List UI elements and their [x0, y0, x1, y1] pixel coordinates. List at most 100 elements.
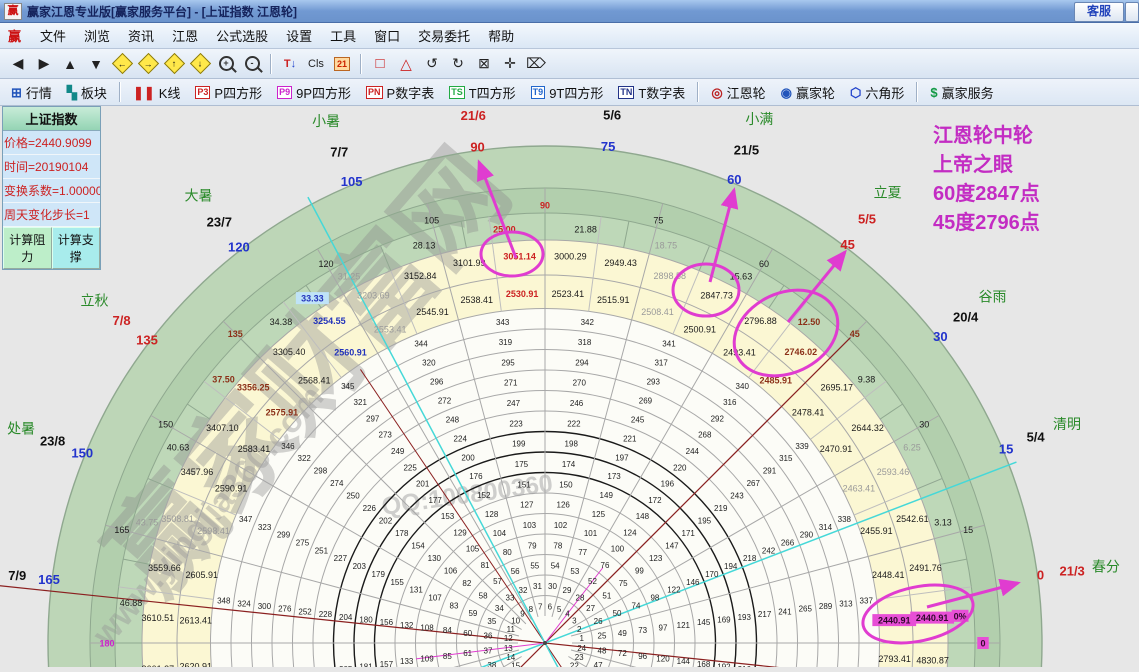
ribbon-item-P四方形[interactable]: P3P四方形 [188, 81, 269, 104]
ribbon-item-行情[interactable]: ⊞行情 [4, 81, 59, 104]
ring-label: 2613.41 [179, 616, 212, 626]
spiral-number: 275 [296, 539, 310, 548]
rim-solar-term-label: 春分 [1092, 559, 1120, 575]
ribbon-item-P数字表[interactable]: PNP数字表 [359, 81, 441, 104]
menu-item-0[interactable]: 文件 [31, 27, 75, 46]
spiral-number: 8 [529, 605, 534, 614]
nav-left-icon[interactable]: ◀ [6, 53, 30, 75]
spiral-number: 343 [496, 318, 510, 327]
menu-item-9[interactable]: 帮助 [479, 27, 523, 46]
collapse-icon[interactable]: ✛ [498, 53, 522, 75]
ring-label: 75 [653, 215, 663, 225]
zoom-in-icon[interactable]: + [214, 53, 238, 75]
spiral-number: 23 [575, 653, 584, 662]
ribbon-item-label: 板块 [81, 83, 107, 102]
window-title: 赢家江恩专业版[赢家服务平台] - [上证指数 江恩轮] [27, 3, 297, 20]
spiral-number: 109 [420, 655, 434, 664]
ribbon-item-T四方形[interactable]: TST四方形 [442, 81, 522, 104]
triangle-tool-icon[interactable]: △ [394, 53, 418, 75]
pan-left-icon[interactable]: ← [110, 53, 134, 75]
ring-label: 180 [99, 639, 114, 649]
partial-button[interactable] [1125, 2, 1139, 22]
ribbon-item-9P四方形[interactable]: P99P四方形 [270, 81, 358, 104]
spiral-number: 293 [647, 378, 661, 387]
rim-solar-term-label: 立夏 [874, 184, 902, 200]
ribbon-item-K线[interactable]: ❚❚K线 [126, 81, 187, 104]
spiral-number: 181 [359, 663, 373, 667]
menu-item-5[interactable]: 设置 [277, 27, 321, 46]
calendar-icon[interactable]: 21 [330, 53, 354, 75]
ribbon-item-T数字表[interactable]: TNT数字表 [611, 81, 692, 104]
ribbon-item-板块[interactable]: ▚板块 [60, 81, 114, 104]
toolbar-separator [360, 54, 362, 74]
ribbon-separator [697, 82, 699, 102]
spiral-number: 131 [409, 586, 423, 595]
spiral-number: 132 [400, 621, 414, 630]
kline-icon: ❚❚ [133, 86, 155, 99]
menu-item-3[interactable]: 江恩 [163, 27, 207, 46]
factor-row: 变换系数=1.00000 [3, 179, 100, 203]
nav-up-icon[interactable]: ▲ [58, 53, 82, 75]
spiral-number: 80 [503, 548, 512, 557]
ring-label: 2695.17 [820, 383, 853, 393]
menu-item-4[interactable]: 公式选股 [207, 27, 277, 46]
ring-label: 2593.46 [877, 467, 910, 477]
calc-support-button[interactable]: 计算支撑 [52, 227, 101, 269]
menu-item-2[interactable]: 资讯 [119, 27, 163, 46]
ring-label: 12.50 [798, 317, 821, 327]
ring-label: 3254.55 [313, 316, 346, 326]
ring-label: 2508.41 [641, 307, 674, 317]
ring-label: 2644.32 [851, 423, 884, 433]
spiral-number: 35 [487, 617, 496, 626]
spiral-number: 36 [484, 631, 493, 640]
pan-up-icon[interactable]: ↑ [162, 53, 186, 75]
spiral-number: 314 [819, 523, 833, 532]
ribbon-item-9T四方形[interactable]: T99T四方形 [524, 81, 611, 104]
nav-right-icon[interactable]: ▶ [32, 53, 56, 75]
spiral-number: 289 [819, 602, 833, 611]
ribbon-item-赢家服务[interactable]: $赢家服务 [923, 81, 1000, 104]
ring-label: 2847.73 [700, 291, 733, 301]
9t-square-icon: T9 [531, 86, 546, 99]
square-tool-icon[interactable]: □ [368, 53, 392, 75]
rim-degree-label: 90 [470, 140, 484, 155]
spiral-number: 290 [800, 531, 814, 540]
customer-service-button[interactable]: 客服 [1074, 2, 1124, 22]
menu-item-1[interactable]: 浏览 [75, 27, 119, 46]
menu-item-6[interactable]: 工具 [321, 27, 365, 46]
clear-icon[interactable]: ⌦ [524, 53, 548, 75]
spiral-number: 54 [551, 562, 560, 571]
ring-label: 46.88 [120, 598, 143, 608]
ribbon-item-赢家轮[interactable]: ◉赢家轮 [774, 81, 842, 104]
calc-resistance-button[interactable]: 计算阻力 [3, 227, 52, 269]
spiral-number: 124 [623, 528, 637, 537]
cls-button[interactable]: Cls [304, 53, 328, 75]
rotate-ccw-icon[interactable]: ↺ [420, 53, 444, 75]
ring-label: 4830.87 [916, 655, 949, 665]
spiral-number: 246 [570, 399, 584, 408]
menu-item-8[interactable]: 交易委托 [409, 27, 479, 46]
spiral-number: 344 [414, 340, 428, 349]
ribbon-item-江恩轮[interactable]: ◎江恩轮 [704, 81, 772, 104]
spiral-number: 313 [839, 599, 853, 608]
spiral-number: 270 [573, 379, 587, 388]
rim-solar-term-label: 清明 [1053, 416, 1081, 432]
ribbon-item-六角形[interactable]: ⬡六角形 [843, 81, 911, 104]
zoom-out-icon[interactable]: - [240, 53, 264, 75]
nav-down-icon[interactable]: ▼ [84, 53, 108, 75]
ribbon-item-label: 行情 [26, 83, 52, 102]
spiral-number: 145 [697, 618, 711, 627]
menu-item-7[interactable]: 窗口 [365, 27, 409, 46]
ring-label: 2500.91 [684, 325, 717, 335]
rotate-cw-icon[interactable]: ↻ [446, 53, 470, 75]
spiral-number: 340 [736, 382, 750, 391]
ring-label: 3152.84 [404, 271, 437, 281]
ring-label: 2605.91 [185, 570, 218, 580]
delete-box-icon[interactable]: ⊠ [472, 53, 496, 75]
t-scale-icon[interactable]: T↓ [278, 53, 302, 75]
pan-down-icon[interactable]: ↓ [188, 53, 212, 75]
pan-right-icon[interactable]: → [136, 53, 160, 75]
spiral-number: 227 [334, 554, 348, 563]
spiral-number: 155 [390, 578, 404, 587]
annotation-line: 60度2847点 [933, 180, 1040, 209]
